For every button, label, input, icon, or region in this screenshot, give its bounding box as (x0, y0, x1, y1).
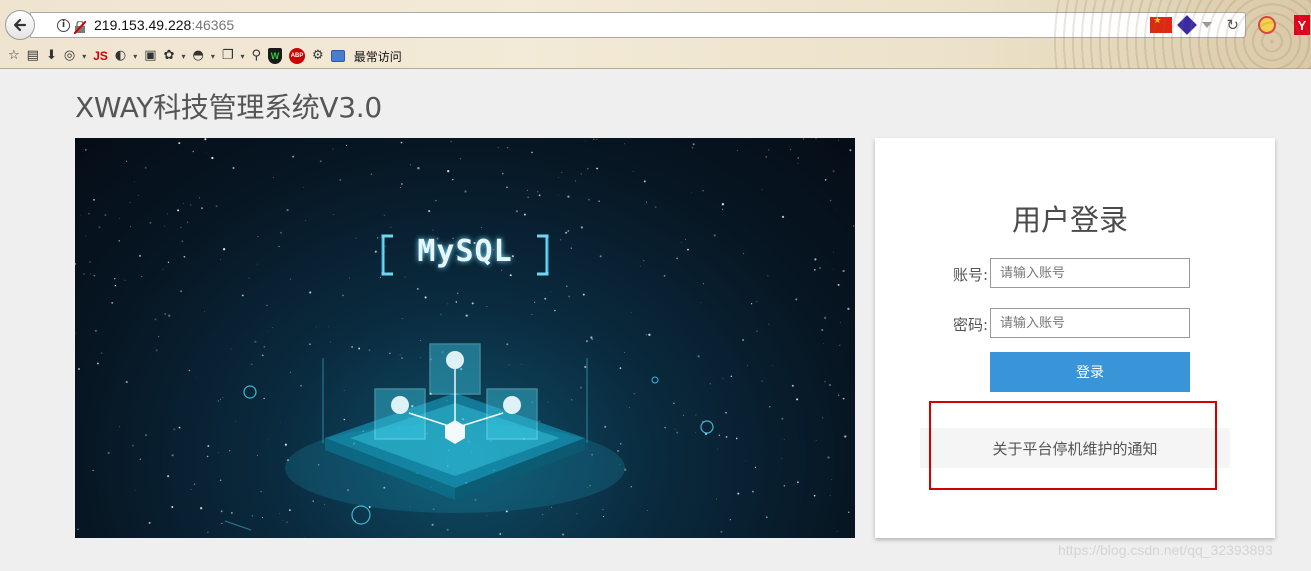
palette-icon[interactable]: ✿ (164, 47, 175, 65)
login-button[interactable]: 登录 (990, 352, 1190, 392)
password-label: 密码: (953, 316, 989, 334)
bookmarks-toolbar: ☆ ▤ ⬇ ◎ ▾ JS ◐ ▾ ▣ ✿ ▾ ◓ ▾ ❐ ▾ ⚲ W ABP ⚙ 最常… (8, 46, 402, 66)
info-icon[interactable]: i (57, 18, 70, 32)
adblock-icon[interactable]: ABP (289, 48, 306, 64)
hat-icon[interactable]: ◓ (192, 47, 203, 65)
caret-down-icon[interactable]: ▾ (133, 52, 137, 61)
account-input[interactable] (990, 258, 1190, 288)
banner-mysql-text: MySQL (417, 234, 513, 269)
url-host[interactable]: 219.153.49.228 (94, 17, 191, 33)
back-button[interactable] (5, 10, 35, 40)
clipboard-icon[interactable]: ▤ (27, 47, 39, 65)
copy-icon[interactable]: ❐ (222, 47, 234, 65)
gem-icon[interactable] (1177, 15, 1198, 35)
dropdown-arrow-icon[interactable] (1202, 22, 1213, 28)
page-title: XWAY科技管理系统V3.0 (75, 91, 382, 124)
download-icon[interactable]: ⬇ (46, 47, 57, 65)
magnifier-icon[interactable]: ⚲ (252, 47, 262, 65)
gear-icon[interactable]: ⚙ (312, 47, 324, 65)
globe-icon[interactable]: ◎ (64, 47, 75, 65)
proxy-icon[interactable]: ◐ (115, 47, 126, 65)
insecure-lock-icon[interactable] (73, 19, 87, 35)
caret-down-icon[interactable]: ▾ (241, 52, 245, 61)
address-bar[interactable]: i 219.153.49.228:46365 ↻ (30, 12, 1246, 38)
annotation-highlight-box (929, 401, 1217, 490)
china-flag-icon[interactable] (1150, 16, 1173, 33)
caret-down-icon[interactable]: ▾ (211, 52, 215, 61)
login-title: 用户登录 (1011, 203, 1128, 237)
caret-down-icon[interactable]: ▾ (82, 52, 86, 61)
url-port[interactable]: :46365 (191, 17, 234, 33)
most-visited-bookmark[interactable]: 最常访问 (354, 48, 402, 65)
browser-chrome: i 219.153.49.228:46365 ↻ Y ☆ ▤ ⬇ ◎ ▾ JS ◐… (0, 0, 1311, 69)
blocked-icon[interactable] (1258, 16, 1276, 34)
back-arrow-icon (13, 18, 27, 32)
yandex-icon[interactable]: Y (1294, 15, 1310, 35)
database-illustration (224, 234, 714, 531)
account-label: 账号: (953, 266, 989, 284)
bookmark-folder-icon (330, 50, 345, 62)
shield-icon[interactable]: W (268, 48, 283, 64)
password-input[interactable] (990, 308, 1190, 338)
screenshot-icon[interactable]: ▣ (144, 47, 156, 65)
javascript-toggle-icon[interactable]: JS (93, 49, 108, 63)
star-icon[interactable]: ☆ (8, 47, 20, 65)
caret-down-icon[interactable]: ▾ (181, 52, 185, 61)
reload-icon[interactable]: ↻ (1226, 16, 1239, 34)
watermark: https://blog.csdn.net/qq_32393893 (1058, 542, 1273, 558)
banner-image: MySQL (75, 138, 855, 538)
